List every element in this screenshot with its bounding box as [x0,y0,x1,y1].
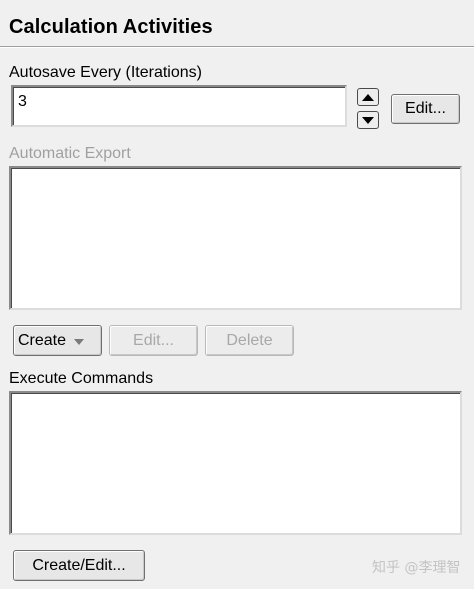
calculation-activities-panel: Calculation Activities Autosave Every (I… [0,0,474,589]
create-edit-commands-button-label: Create/Edit... [32,556,126,574]
execute-commands-list[interactable] [9,391,462,535]
watermark-text: 知乎 @李理智 [372,560,461,576]
arrow-up-icon [362,93,374,101]
create-edit-commands-button[interactable]: Create/Edit... [13,550,145,581]
arrow-down-icon [362,116,374,124]
title-divider [0,46,474,48]
autosave-iterations-input[interactable]: 3 [11,85,347,127]
delete-export-button[interactable]: Delete [205,325,294,356]
autosave-decrement-button[interactable] [357,111,379,129]
autosave-label: Autosave Every (Iterations) [9,64,202,81]
edit-export-button-label: Edit... [133,331,174,349]
create-export-dropdown[interactable]: Create [13,325,102,356]
edit-export-button[interactable]: Edit... [109,325,198,356]
execute-commands-label: Execute Commands [9,370,154,387]
automatic-export-label: Automatic Export [9,145,131,162]
autosave-iterations-value: 3 [18,93,27,110]
create-export-dropdown-label: Create [18,331,67,349]
panel-title: Calculation Activities [9,16,213,38]
autosave-edit-button[interactable]: Edit... [391,94,460,124]
chevron-down-icon [74,338,85,345]
autosave-edit-button-label: Edit... [405,100,446,117]
automatic-export-list[interactable] [9,166,462,310]
autosave-increment-button[interactable] [357,88,379,106]
delete-export-button-label: Delete [226,331,273,349]
